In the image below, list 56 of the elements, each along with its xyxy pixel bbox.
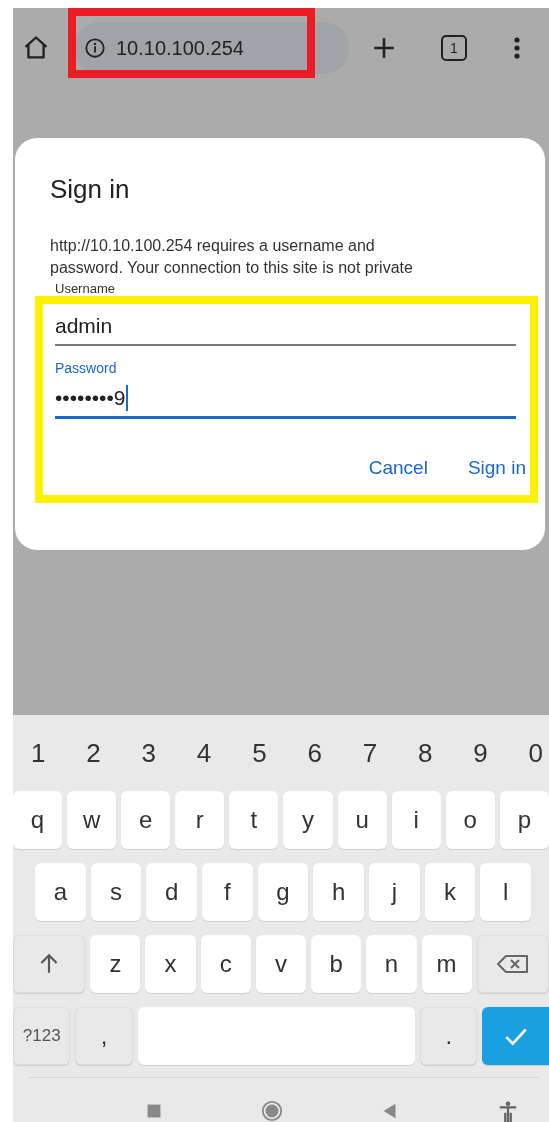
letter-key[interactable]: e (121, 791, 171, 849)
letter-key[interactable]: v (255, 935, 307, 993)
letter-key[interactable]: r (175, 791, 225, 849)
letter-key[interactable]: w (67, 791, 117, 849)
letter-key[interactable]: p (499, 791, 549, 849)
letter-key[interactable]: y (283, 791, 333, 849)
letter-key[interactable]: m (421, 935, 472, 993)
letter-key[interactable]: a (35, 863, 86, 921)
number-key[interactable]: 1 (31, 737, 46, 769)
letter-key[interactable]: k (424, 863, 476, 921)
number-key[interactable]: 2 (86, 737, 101, 769)
dialog-message: http://10.10.100.254 requires a username and password. Your connection to this site is not private (50, 236, 414, 278)
backspace-key[interactable] (476, 935, 549, 993)
letter-key[interactable]: i (391, 791, 441, 849)
dialog-button[interactable]: Sign in (467, 457, 526, 479)
number-key[interactable]: 4 (196, 737, 212, 769)
symbol-key[interactable]: , (75, 1007, 133, 1065)
number-key[interactable]: 9 (473, 737, 488, 769)
letter-key[interactable]: q (13, 791, 63, 849)
letter-key[interactable]: f (202, 863, 253, 921)
circle-icon[interactable] (261, 1100, 283, 1122)
letter-key[interactable]: j (369, 863, 420, 921)
letter-key[interactable]: g (257, 863, 309, 921)
number-key[interactable]: 0 (528, 737, 543, 769)
letter-key[interactable]: t (229, 791, 279, 849)
letter-key[interactable]: l (480, 863, 532, 921)
number-key[interactable]: 5 (252, 737, 267, 769)
letter-key[interactable]: z (90, 935, 141, 993)
letter-key[interactable]: o (445, 791, 495, 849)
tab-count[interactable]: 1 (441, 35, 467, 61)
accessibility-icon[interactable] (497, 1100, 519, 1122)
info-icon[interactable] (84, 37, 106, 59)
number-key[interactable]: 6 (307, 737, 322, 769)
letter-key[interactable]: n (366, 935, 417, 993)
symbol-key[interactable]: . (420, 1007, 478, 1065)
letter-key[interactable]: x (145, 935, 196, 993)
input-field[interactable]: admin (55, 308, 516, 346)
letter-key[interactable]: u (337, 791, 387, 849)
input-field[interactable]: ••••••••9 (55, 380, 516, 419)
dialog-title: Sign in (50, 174, 131, 205)
letter-key[interactable]: h (313, 863, 365, 921)
address-bar[interactable]: 10.10.100.254 (74, 22, 349, 74)
dialog-button[interactable]: Cancel (368, 457, 428, 479)
letter-key[interactable]: b (311, 935, 362, 993)
letter-key[interactable]: d (146, 863, 197, 921)
home-icon[interactable] (22, 34, 50, 62)
number-key[interactable]: 7 (362, 737, 378, 769)
field-label: Username (55, 281, 116, 296)
plus-icon[interactable] (371, 35, 397, 61)
letter-key[interactable]: c (200, 935, 251, 993)
letter-key[interactable]: s (90, 863, 142, 921)
number-key[interactable]: 3 (141, 737, 157, 769)
symbol-key[interactable]: ?123 (13, 1007, 71, 1065)
number-key[interactable]: 8 (417, 737, 433, 769)
more-icon[interactable] (513, 36, 521, 60)
field-label: Password (55, 360, 118, 376)
